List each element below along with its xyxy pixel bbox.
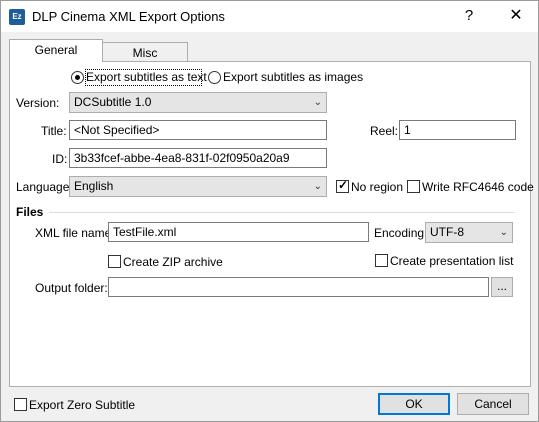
version-select[interactable]: DCSubtitle 1.0 ⌄ bbox=[69, 92, 327, 113]
close-icon[interactable]: ✕ bbox=[504, 5, 528, 27]
reel-input[interactable]: 1 bbox=[399, 120, 516, 140]
xml-file-name-label: XML file name: bbox=[35, 226, 115, 240]
create-presentation-list-checkbox[interactable] bbox=[375, 254, 388, 267]
language-label: Language: bbox=[16, 180, 73, 194]
export-as-text-radio[interactable] bbox=[71, 71, 84, 84]
create-presentation-list-label[interactable]: Create presentation list bbox=[390, 254, 513, 268]
app-icon: Ez bbox=[9, 9, 25, 25]
write-rfc4646-label[interactable]: Write RFC4646 code bbox=[422, 180, 534, 194]
reel-label: Reel: bbox=[370, 124, 399, 138]
export-as-images-label[interactable]: Export subtitles as images bbox=[223, 70, 363, 84]
chevron-down-icon: ⌄ bbox=[499, 227, 508, 238]
encoding-label: Encoding: bbox=[374, 226, 428, 240]
cancel-button[interactable]: Cancel bbox=[457, 393, 529, 415]
window-title: DLP Cinema XML Export Options bbox=[32, 9, 225, 24]
export-zero-subtitle-label[interactable]: Export Zero Subtitle bbox=[29, 398, 135, 412]
tab-general[interactable]: General bbox=[9, 39, 103, 62]
files-section-title: Files bbox=[16, 205, 44, 219]
no-region-label[interactable]: No region bbox=[351, 180, 403, 194]
language-select[interactable]: English ⌄ bbox=[69, 176, 327, 197]
id-label: ID: bbox=[52, 152, 68, 166]
browse-folder-button[interactable]: ... bbox=[491, 277, 513, 297]
version-value: DCSubtitle 1.0 bbox=[74, 95, 152, 109]
chevron-down-icon: ⌄ bbox=[313, 181, 322, 192]
write-rfc4646-checkbox[interactable] bbox=[407, 180, 420, 193]
help-icon[interactable]: ? bbox=[457, 5, 481, 27]
title-bar: Ez DLP Cinema XML Export Options ? ✕ bbox=[1, 1, 538, 32]
tab-misc[interactable]: Misc bbox=[102, 42, 188, 63]
export-options-dialog: Ez DLP Cinema XML Export Options ? ✕ Gen… bbox=[0, 0, 539, 422]
encoding-select[interactable]: UTF-8 ⌄ bbox=[425, 222, 513, 243]
xml-file-name-input[interactable]: TestFile.xml bbox=[108, 222, 369, 242]
id-input[interactable]: 3b33fcef-abbe-4ea8-831f-02f0950a20a9 bbox=[69, 148, 327, 168]
export-zero-subtitle-checkbox[interactable] bbox=[14, 398, 27, 411]
title-label: Title: bbox=[41, 124, 67, 138]
files-divider bbox=[49, 212, 515, 213]
encoding-value: UTF-8 bbox=[430, 225, 464, 239]
ok-button[interactable]: OK bbox=[378, 393, 450, 415]
create-zip-label[interactable]: Create ZIP archive bbox=[123, 255, 223, 269]
create-zip-checkbox[interactable] bbox=[108, 255, 121, 268]
output-folder-input[interactable] bbox=[108, 277, 489, 297]
export-as-text-label[interactable]: Export subtitles as text bbox=[86, 70, 207, 84]
version-label: Version: bbox=[16, 96, 60, 110]
export-as-images-radio[interactable] bbox=[208, 71, 221, 84]
no-region-checkbox[interactable] bbox=[336, 178, 349, 193]
chevron-down-icon: ⌄ bbox=[313, 97, 322, 108]
output-folder-label: Output folder: bbox=[35, 281, 108, 295]
language-value: English bbox=[74, 179, 114, 193]
title-input[interactable]: <Not Specified> bbox=[69, 120, 327, 140]
